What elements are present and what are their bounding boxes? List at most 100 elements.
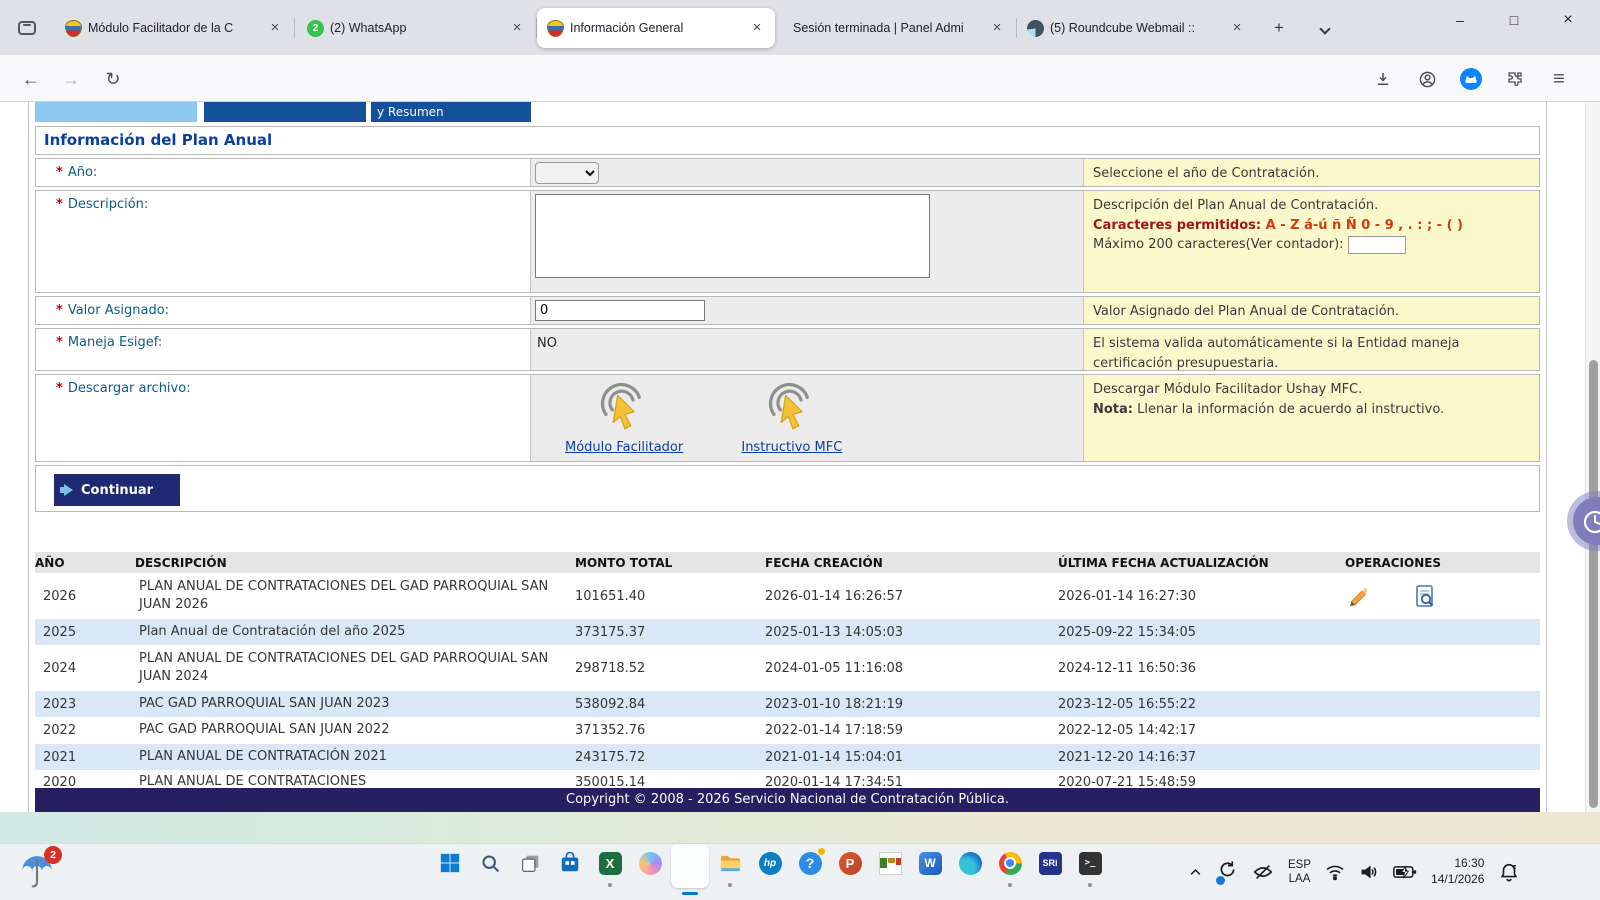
module-tab-resumen[interactable]: y Resumen xyxy=(371,102,531,122)
tab-close-icon[interactable]: × xyxy=(1227,18,1247,38)
window-maximize-button[interactable]: □ xyxy=(1490,0,1538,40)
list-tabs-button[interactable] xyxy=(1312,16,1338,42)
chars-permitted-label: Caracteres permitidos: xyxy=(1093,218,1261,233)
tab-title: Módulo Facilitador de la C xyxy=(88,21,259,35)
descripcion-label: Descripción: xyxy=(68,197,148,212)
word-icon[interactable]: W xyxy=(917,850,943,876)
privacy-eye-off-icon[interactable] xyxy=(1252,861,1274,883)
view-document-icon[interactable] xyxy=(1413,584,1437,608)
instructivo-mfc-download[interactable]: Instructivo MFC xyxy=(741,382,842,455)
esigef-value: NO xyxy=(535,332,1079,351)
tab-modulo-facilitador[interactable]: Módulo Facilitador de la C × xyxy=(55,8,293,48)
tab-close-icon[interactable]: × xyxy=(987,18,1007,38)
valor-asignado-input[interactable] xyxy=(535,300,705,321)
tray-time: 16:30 xyxy=(1431,856,1484,872)
task-view-icon[interactable] xyxy=(517,850,543,876)
ano-help: Seleccione el año de Contratación. xyxy=(1083,159,1539,186)
chrome-icon[interactable] xyxy=(997,850,1023,876)
continue-button-panel: Continuar xyxy=(35,465,1540,512)
tray-chevron-up-icon[interactable] xyxy=(1188,865,1203,880)
whatsapp-badge-icon: 2 xyxy=(307,20,324,37)
screen: Módulo Facilitador de la C × 2 (2) Whats… xyxy=(0,0,1600,900)
window-minimize-button[interactable]: – xyxy=(1436,0,1484,40)
start-button[interactable] xyxy=(437,850,463,876)
wifi-icon[interactable] xyxy=(1325,862,1345,882)
help-icon[interactable]: ? xyxy=(797,850,823,876)
table-row[interactable]: 2023 PAC GAD PARROQUIAL SAN JUAN 2023 53… xyxy=(35,691,1540,717)
timer-overlay-widget[interactable] xyxy=(1567,491,1600,551)
copyright-footer: Copyright © 2008 - 2026 Servicio Naciona… xyxy=(35,788,1540,812)
volume-icon[interactable] xyxy=(1359,862,1379,882)
chars-permitted: A - Z á-ú ñ Ñ 0 - 9 , . : ; - ( ) xyxy=(1261,218,1463,233)
table-row[interactable]: 2021 PLAN ANUAL DE CONTRATACIÓN 2021 243… xyxy=(35,744,1540,770)
char-counter-input[interactable] xyxy=(1348,236,1406,254)
extensions-puzzle-icon[interactable] xyxy=(1498,62,1532,96)
taskbar-apps: X hp ? P W xyxy=(437,850,1103,876)
table-row[interactable]: 2025 Plan Anual de Contratación del año … xyxy=(35,619,1540,645)
instructivo-mfc-link[interactable]: Instructivo MFC xyxy=(741,440,842,455)
reload-button[interactable]: ↻ xyxy=(96,62,130,96)
form-row-valor: *Valor Asignado: Valor Asignado del Plan… xyxy=(35,296,1540,325)
menu-hamburger-icon[interactable]: ≡ xyxy=(1542,62,1576,96)
widgets-weather-button[interactable]: 2 xyxy=(14,848,64,894)
excel-icon[interactable]: X xyxy=(597,850,623,876)
tab-informacion-general[interactable]: Información General × xyxy=(537,8,775,48)
new-tab-button[interactable]: + xyxy=(1266,16,1292,42)
sync-update-icon[interactable] xyxy=(1217,859,1238,885)
svg-text:z: z xyxy=(1513,862,1517,870)
tab-close-icon[interactable]: × xyxy=(747,18,767,38)
toolbar-right-buttons: ≡ xyxy=(1366,62,1576,96)
tab-roundcube[interactable]: (5) Roundcube Webmail :: × xyxy=(1017,8,1255,48)
notification-bell-icon[interactable]: z xyxy=(1498,861,1520,883)
sri-icon[interactable]: SRi xyxy=(1037,850,1063,876)
firefox-view-icon xyxy=(18,21,36,35)
edge-icon[interactable] xyxy=(957,850,983,876)
gad-app-icon[interactable] xyxy=(877,850,903,876)
firefox-icon[interactable] xyxy=(677,850,703,876)
terminal-icon[interactable]: >_ xyxy=(1077,850,1103,876)
microsoft-store-icon[interactable] xyxy=(557,850,583,876)
copilot-icon[interactable] xyxy=(637,850,663,876)
table-row[interactable]: 2024 PLAN ANUAL DE CONTRATACIONES DEL GA… xyxy=(35,645,1540,691)
valor-label: Valor Asignado: xyxy=(68,303,169,318)
module-tab-1[interactable] xyxy=(35,102,197,122)
firefox-running-indicator xyxy=(682,892,698,895)
modulo-facilitador-link[interactable]: Módulo Facilitador xyxy=(565,440,683,455)
tab-panel-admin[interactable]: Sesión terminada | Panel Admi × xyxy=(777,8,1015,48)
form-row-descargar: *Descargar archivo: Módulo Facilitador xyxy=(35,374,1540,462)
table-row[interactable]: 2026 PLAN ANUAL DE CONTRATACIONES DEL GA… xyxy=(35,573,1540,619)
account-icon[interactable] xyxy=(1410,62,1444,96)
ano-select[interactable] xyxy=(535,162,599,184)
edit-pencil-icon[interactable] xyxy=(1345,584,1369,608)
browser-tab-strip: Módulo Facilitador de la C × 2 (2) Whats… xyxy=(0,0,1600,55)
module-tab-2[interactable] xyxy=(204,102,366,122)
header-operaciones: OPERACIONES xyxy=(1345,552,1540,573)
continuar-button[interactable]: Continuar xyxy=(54,474,180,506)
descripcion-textarea[interactable] xyxy=(535,194,930,278)
search-icon[interactable] xyxy=(477,850,503,876)
required-marker: * xyxy=(56,165,63,180)
firefox-view-button[interactable] xyxy=(12,13,42,43)
window-close-button[interactable]: × xyxy=(1544,0,1592,40)
tab-close-icon[interactable]: × xyxy=(265,18,285,38)
tab-whatsapp[interactable]: 2 (2) WhatsApp × xyxy=(297,8,535,48)
language-indicator[interactable]: ESP LAA xyxy=(1288,858,1311,887)
form-row-esigef: *Maneja Esigef: NO El sistema valida aut… xyxy=(35,328,1540,371)
modulo-facilitador-download[interactable]: Módulo Facilitador xyxy=(565,382,683,455)
table-row[interactable]: 2022 PAC GAD PARROQUIAL SAN JUAN 2022 37… xyxy=(35,717,1540,744)
back-button[interactable]: ← xyxy=(14,62,48,96)
clock[interactable]: 16:30 14/1/2026 xyxy=(1431,856,1484,887)
powerpoint-icon[interactable]: P xyxy=(837,850,863,876)
firefox-sync-icon[interactable] xyxy=(1454,62,1488,96)
forward-button[interactable]: → xyxy=(54,62,88,96)
hp-icon[interactable]: hp xyxy=(757,850,783,876)
page-viewport: y Resumen Información del Plan Anual *Añ… xyxy=(0,102,1600,812)
scrollbar[interactable] xyxy=(1585,102,1600,812)
nota-text: Llenar la información de acuerdo al inst… xyxy=(1133,402,1444,417)
tab-close-icon[interactable]: × xyxy=(507,18,527,38)
scrollbar-thumb[interactable] xyxy=(1589,360,1598,808)
battery-icon[interactable] xyxy=(1393,862,1417,882)
downloads-icon[interactable] xyxy=(1366,62,1400,96)
file-explorer-icon[interactable] xyxy=(717,850,743,876)
form-row-ano: *Año: Seleccione el año de Contratación. xyxy=(35,158,1540,187)
